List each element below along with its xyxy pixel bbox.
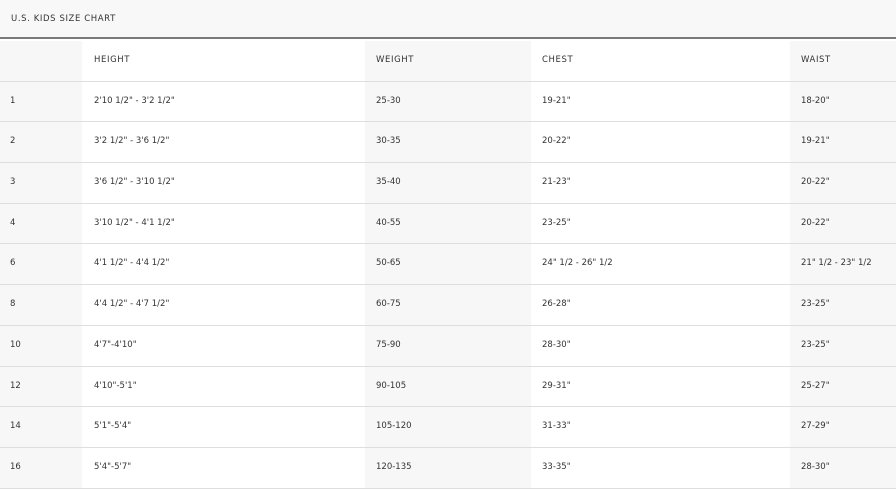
chest-cell: 29-31" (531, 366, 790, 407)
header-height: HEIGHT (82, 41, 365, 81)
weight-cell: 120-135 (365, 447, 531, 488)
waist-cell: 27-29" (790, 407, 896, 447)
chest-cell: 26-28" (531, 285, 790, 325)
table-row: 3 3'6 1/2" - 3'10 1/2" 35-40 21-23" 20-22" (0, 163, 896, 204)
waist-cell: 20-22" (790, 203, 896, 244)
weight-cell: 105-120 (365, 407, 531, 447)
chest-cell: 24" 1/2 - 26" 1/2 (531, 244, 790, 285)
weight-cell: 75-90 (365, 325, 531, 366)
chest-cell: 33-35" (531, 447, 790, 488)
size-cell: 1 (0, 81, 82, 122)
table-row: 1 2'10 1/2" - 3'2 1/2" 25-30 19-21" 18-20" (0, 81, 896, 123)
size-cell: 6 (0, 244, 82, 285)
page-title: U.S. KIDS SIZE CHART (11, 14, 116, 24)
size-chart-table: HEIGHT WEIGHT CHEST WAIST 1 2'10 1/2" - 3… (0, 41, 896, 489)
weight-cell: 90-105 (365, 366, 531, 407)
size-cell: 8 (0, 285, 82, 325)
table-row: 16 5'4"-5'7" 120-135 33-35" 28-30" (0, 447, 896, 489)
header-waist: WAIST (790, 41, 896, 81)
weight-cell: 50-65 (365, 244, 531, 285)
height-cell: 4'1 1/2" - 4'4 1/2" (82, 244, 365, 285)
size-cell: 4 (0, 203, 82, 244)
chest-cell: 21-23" (531, 163, 790, 203)
header-size (0, 41, 82, 81)
header-chest: CHEST (531, 41, 790, 81)
waist-cell: 23-25" (790, 285, 896, 325)
weight-cell: 35-40 (365, 163, 531, 203)
waist-cell: 19-21" (790, 122, 896, 163)
table-row: 2 3'2 1/2" - 3'6 1/2" 30-35 20-22" 19-21" (0, 122, 896, 164)
table-header-row: HEIGHT WEIGHT CHEST WAIST (0, 41, 896, 82)
table-row: 4 3'10 1/2" - 4'1 1/2" 40-55 23-25" 20-22" (0, 203, 896, 245)
size-cell: 3 (0, 163, 82, 203)
header-weight: WEIGHT (365, 41, 531, 81)
waist-cell: 18-20" (790, 81, 896, 122)
size-cell: 16 (0, 447, 82, 488)
chest-cell: 19-21" (531, 81, 790, 122)
table-row: 12 4'10"-5'1" 90-105 29-31" 25-27" (0, 366, 896, 408)
height-cell: 5'1"-5'4" (82, 407, 365, 447)
weight-cell: 25-30 (365, 81, 531, 122)
waist-cell: 21" 1/2 - 23" 1/2 (790, 244, 896, 285)
weight-cell: 30-35 (365, 122, 531, 163)
waist-cell: 20-22" (790, 163, 896, 203)
height-cell: 3'2 1/2" - 3'6 1/2" (82, 122, 365, 163)
size-chart-title-bar: U.S. KIDS SIZE CHART (0, 0, 896, 39)
height-cell: 4'7"-4'10" (82, 325, 365, 366)
table-body: 1 2'10 1/2" - 3'2 1/2" 25-30 19-21" 18-20" 2 3… (0, 81, 896, 489)
size-cell: 10 (0, 325, 82, 366)
waist-cell: 28-30" (790, 447, 896, 488)
height-cell: 5'4"-5'7" (82, 447, 365, 488)
height-cell: 4'10"-5'1" (82, 366, 365, 407)
table-row: 6 4'1 1/2" - 4'4 1/2" 50-65 24" 1/2 - 26" 1… (0, 244, 896, 286)
table-row: 8 4'4 1/2" - 4'7 1/2" 60-75 26-28" 23-25" (0, 285, 896, 326)
height-cell: 4'4 1/2" - 4'7 1/2" (82, 285, 365, 325)
weight-cell: 40-55 (365, 203, 531, 244)
size-cell: 2 (0, 122, 82, 163)
table-row: 14 5'1"-5'4" 105-120 31-33" 27-29" (0, 407, 896, 448)
chest-cell: 20-22" (531, 122, 790, 163)
chest-cell: 23-25" (531, 203, 790, 244)
waist-cell: 25-27" (790, 366, 896, 407)
size-cell: 14 (0, 407, 82, 447)
height-cell: 3'6 1/2" - 3'10 1/2" (82, 163, 365, 203)
chest-cell: 31-33" (531, 407, 790, 447)
table-row: 10 4'7"-4'10" 75-90 28-30" 23-25" (0, 325, 896, 367)
height-cell: 3'10 1/2" - 4'1 1/2" (82, 203, 365, 244)
weight-cell: 60-75 (365, 285, 531, 325)
waist-cell: 23-25" (790, 325, 896, 366)
chest-cell: 28-30" (531, 325, 790, 366)
size-cell: 12 (0, 366, 82, 407)
height-cell: 2'10 1/2" - 3'2 1/2" (82, 81, 365, 122)
